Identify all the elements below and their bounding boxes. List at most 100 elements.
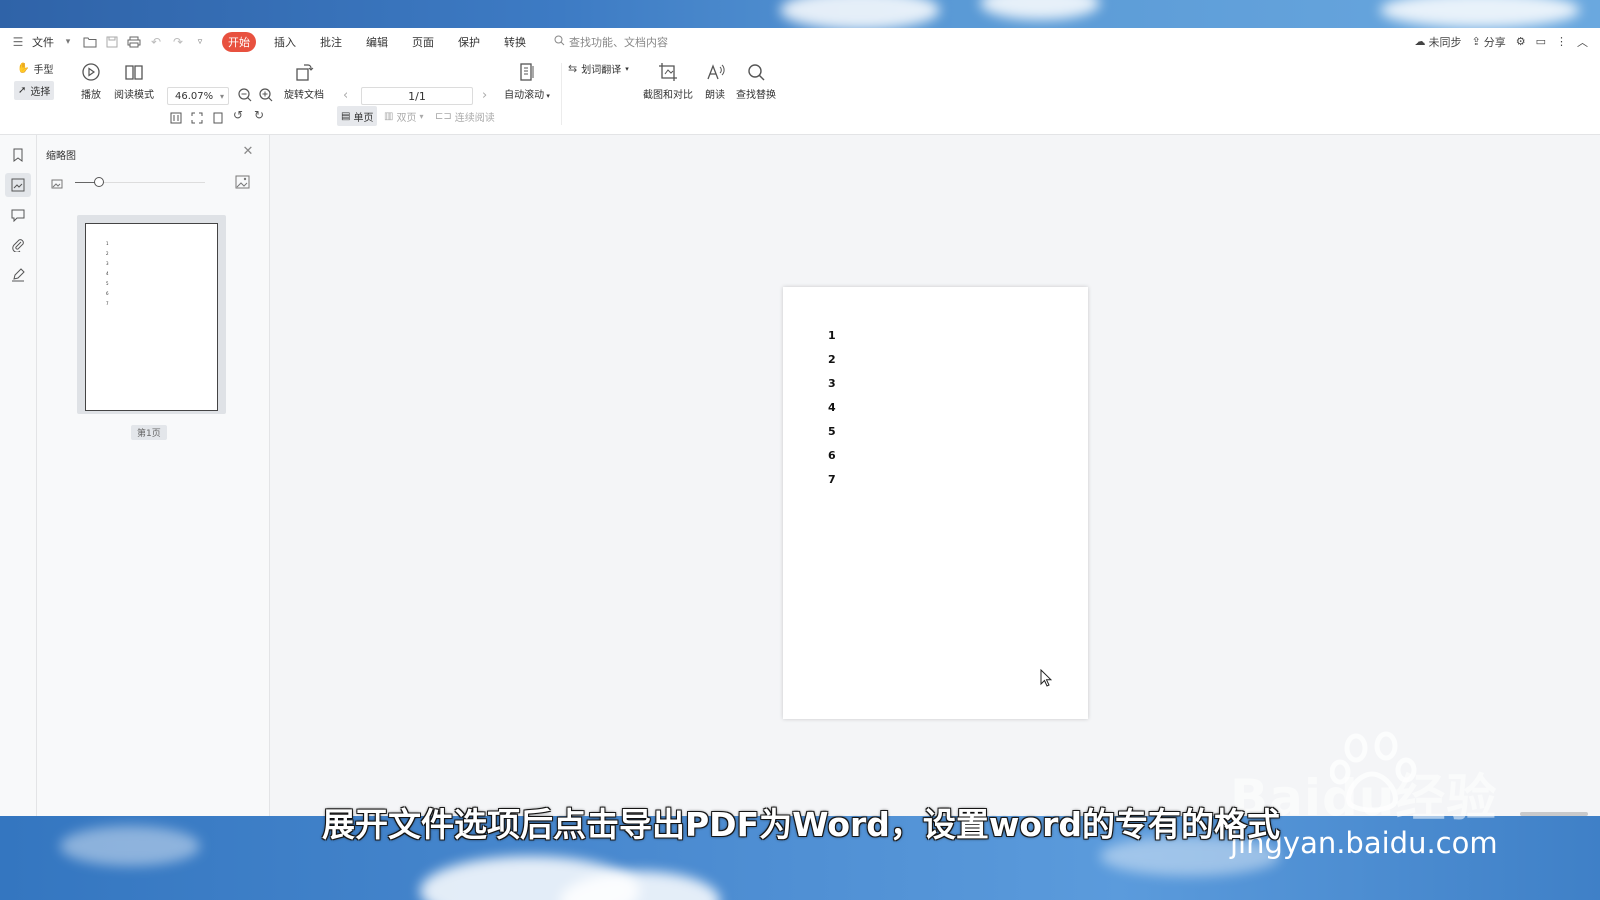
zoom-select[interactable]: 46.07% ▾ [167,87,229,105]
hamburger-menu-icon[interactable]: ☰ [10,34,26,50]
zoom-value: 46.07% [175,90,214,102]
file-menu[interactable]: 文件 [32,34,54,50]
close-icon[interactable]: ✕ [241,145,255,159]
side-icon-bar [0,135,37,816]
search-input[interactable]: 查找功能、文档内容 [554,34,668,50]
print-icon[interactable] [126,34,142,50]
share-button[interactable]: ⇪ 分享 [1472,34,1506,50]
video-subtitle: 展开文件选项后点击导出PDF为Word，设置word的专有的格式 [322,805,1280,844]
chevron-down-icon: ▾ [219,91,224,101]
document-line: 3 [828,377,836,390]
continuous-read-label: 连续阅读 [454,112,495,124]
settings-icon[interactable]: ⚙ [1516,35,1526,48]
thumbnail-line: 1 [106,241,109,246]
select-tool-button[interactable]: ➚ 选择 [14,81,55,100]
find-replace-button[interactable]: 查找替换 [734,61,778,101]
pdf-reader-window: ☰ 文件 ▾ ↶ ↷ ▿ 开始 插入 批注 编辑 页面 保护 转换 查找功能、文… [0,28,1600,816]
screenshot-compare-button[interactable]: 截图和对比 [642,61,694,101]
single-page-icon: ▤ [341,110,351,122]
actual-size-icon[interactable] [212,109,224,128]
page-number-input[interactable]: 1/1 [361,87,473,105]
select-tool-label: 选择 [30,87,51,98]
bookmark-icon[interactable] [5,143,31,167]
pointer-icon: ➚ [18,85,27,96]
sync-label: 未同步 [1428,35,1462,49]
document-line: 4 [828,401,836,414]
rotate-right-icon[interactable]: ↻ [254,108,264,122]
zoom-in-icon[interactable] [258,87,274,107]
page-thumbnail[interactable]: 1 2 3 4 5 6 7 [77,215,226,414]
thumbnail-page-preview: 1 2 3 4 5 6 7 [85,223,218,411]
thumbnail-page-label: 第1页 [131,425,167,440]
tab-protect[interactable]: 保护 [452,32,486,52]
rotate-document-button[interactable]: 旋转文档 [282,61,326,101]
save-icon[interactable] [104,34,120,50]
thumbnail-size-slider[interactable] [51,174,255,192]
word-translate-button[interactable]: ⇆ 划词翻译 ▾ [568,61,629,76]
attachment-icon[interactable] [5,233,31,257]
read-aloud-button[interactable]: 朗读 [702,61,728,101]
share-icon: ⇪ [1471,35,1481,48]
panel-title: 缩略图 [46,151,76,162]
collapse-ribbon-icon[interactable]: ︿ [1577,34,1588,50]
fit-page-icon[interactable] [191,109,203,128]
document-line: 2 [828,353,836,366]
tab-page[interactable]: 页面 [406,32,440,52]
read-mode-label: 阅读模式 [114,90,154,101]
single-page-button[interactable]: ▤ 单页 [337,106,378,126]
slider-handle[interactable] [94,177,104,187]
tab-start[interactable]: 开始 [222,31,256,52]
more-options-icon[interactable]: ⋮ [1556,35,1567,48]
find-replace-label: 查找替换 [736,90,776,101]
redo-icon[interactable]: ↷ [170,34,186,50]
next-page-icon[interactable]: › [482,88,487,103]
thumbnail-line: 6 [106,291,109,296]
double-page-label: 双页 [396,112,417,124]
ribbon-toolbar: ✋ 手型 ➚ 选择 播放 阅读模式 46.07% ▾ ↺ ↻ 旋转文档 ‹ 1/… [0,55,1600,135]
tab-insert[interactable]: 插入 [268,32,302,52]
undo-icon[interactable]: ↶ [148,34,164,50]
thumbnail-line: 2 [106,251,109,256]
thumbnail-line: 7 [106,301,109,306]
comment-icon[interactable] [5,203,31,227]
pdf-page[interactable]: 1 2 3 4 5 6 7 [783,287,1088,719]
document-line: 1 [828,329,836,342]
document-line: 6 [828,449,836,462]
document-line: 7 [828,473,836,486]
tab-convert[interactable]: 转换 [498,32,532,52]
thumbnail-panel: 缩略图 ✕ 1 2 3 4 5 6 7 第1页 [37,135,270,816]
read-mode-button[interactable]: 阅读模式 [112,61,156,101]
signature-icon[interactable] [5,263,31,287]
chevron-down-icon: ▾ [544,92,550,100]
document-line: 5 [828,425,836,438]
customize-dropdown-icon[interactable]: ▿ [192,34,208,50]
play-label: 播放 [81,90,101,101]
share-label: 分享 [1483,35,1506,49]
hand-tool-label: 手型 [33,65,54,76]
search-icon [554,35,565,49]
zoom-out-icon[interactable] [237,87,253,107]
tab-annotate[interactable]: 批注 [314,32,348,52]
previous-page-icon[interactable]: ‹ [343,88,348,103]
thumbnail-line: 5 [106,281,109,286]
document-view[interactable]: 1 2 3 4 5 6 7 [270,135,1600,816]
tab-edit[interactable]: 编辑 [360,32,394,52]
auto-scroll-icon [520,63,534,81]
double-page-button[interactable]: ▥ 双页 ▾ [380,106,427,126]
chevron-down-icon[interactable]: ▾ [60,34,76,50]
thumbnail-icon[interactable] [5,173,31,197]
screenshot-icon [659,63,677,81]
single-page-label: 单页 [353,112,374,124]
open-folder-icon[interactable] [82,34,98,50]
small-image-icon [51,175,63,194]
hand-tool-button[interactable]: ✋ 手型 [17,61,53,76]
comment-icon[interactable]: ▭ [1536,35,1546,48]
auto-scroll-button[interactable]: 自动滚动 ▾ [502,61,552,101]
continuous-read-button[interactable]: ⊏⊐ 连续阅读 [431,106,499,126]
rotate-left-icon[interactable]: ↺ [233,108,243,122]
fit-width-icon[interactable] [170,109,182,128]
rotate-document-label: 旋转文档 [284,90,324,101]
play-button[interactable]: 播放 [78,61,104,101]
sync-status[interactable]: ☁ 未同步 [1415,34,1462,50]
play-icon [82,63,100,81]
